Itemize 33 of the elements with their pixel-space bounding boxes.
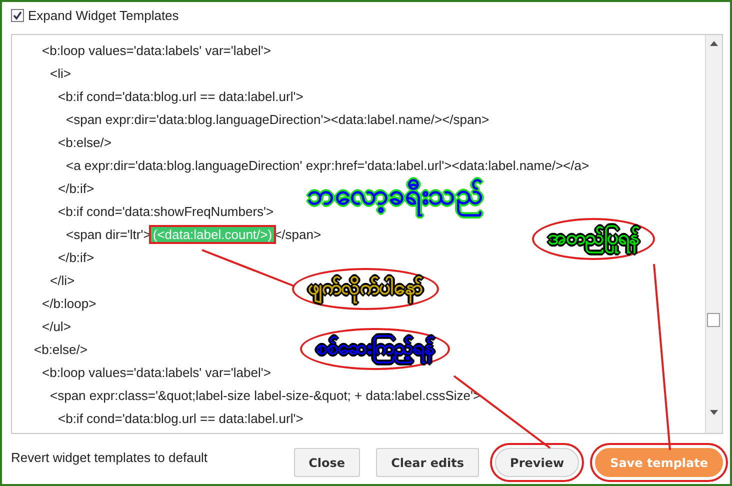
scroll-down-icon[interactable]	[710, 410, 718, 415]
scroll-up-icon[interactable]	[710, 41, 718, 46]
code-line: <span expr:dir='data:blog.languageDirection'><data:label.name/></span>	[66, 111, 490, 129]
dialog-button[interactable]: Close	[294, 448, 360, 477]
scroll-thumb[interactable]	[707, 313, 720, 327]
code-line: <b:else/>	[58, 134, 112, 152]
code-line: </ul>	[42, 318, 71, 336]
code-line: </li>	[50, 272, 75, 290]
code-line: </b:loop>	[42, 295, 96, 313]
scrollbar[interactable]	[705, 35, 722, 433]
checkbox[interactable]	[11, 8, 24, 22]
checkbox-label: Expand Widget Templates	[28, 8, 179, 22]
code-line: <a expr:dir='data:blog.languageDirection' expr:href='data:label.url'><data:label.name/></a>	[66, 157, 590, 175]
code-line: </b:if>	[58, 249, 94, 267]
code-line: <span dir='ltr'>(<data:label.count/>)</span>	[66, 226, 322, 244]
code-editor[interactable]	[11, 34, 723, 434]
annotation-bubble: စစ်ဆေးကြည့်ရန်	[300, 328, 450, 370]
code-line: </b:if>	[58, 180, 94, 198]
code-line: <b:if cond='data:showFreqNumbers'>	[58, 203, 274, 221]
highlighted-code: (<data:label.count/>)	[150, 227, 274, 242]
code-line: <b:loop values='data:labels' var='label'>	[42, 42, 271, 60]
code-line: <b:else/>	[34, 341, 88, 359]
annotation-bubble: အတည်ပြုရန်	[532, 218, 655, 260]
code-line: <b:if cond='data:blog.url == data:label.url'>	[58, 410, 304, 428]
annotation-bubble: ဖျက်လိုက်ပါနော်	[292, 268, 439, 310]
code-line: <span expr:class='&quot;label-size label-size-&quot; + data:label.cssSize'>	[50, 387, 481, 405]
code-line: <b:loop values='data:labels' var='label'>	[42, 364, 271, 382]
dialog-button[interactable]: Clear edits	[376, 448, 480, 477]
check-icon	[13, 10, 22, 20]
overlay-title: ဘလော့ခရီးသည်	[307, 176, 484, 218]
code-line: <li>	[50, 65, 71, 83]
revert-link[interactable]: Revert widget templates to default	[11, 448, 278, 465]
code-line: <b:if cond='data:blog.url == data:label.url'>	[58, 88, 304, 106]
